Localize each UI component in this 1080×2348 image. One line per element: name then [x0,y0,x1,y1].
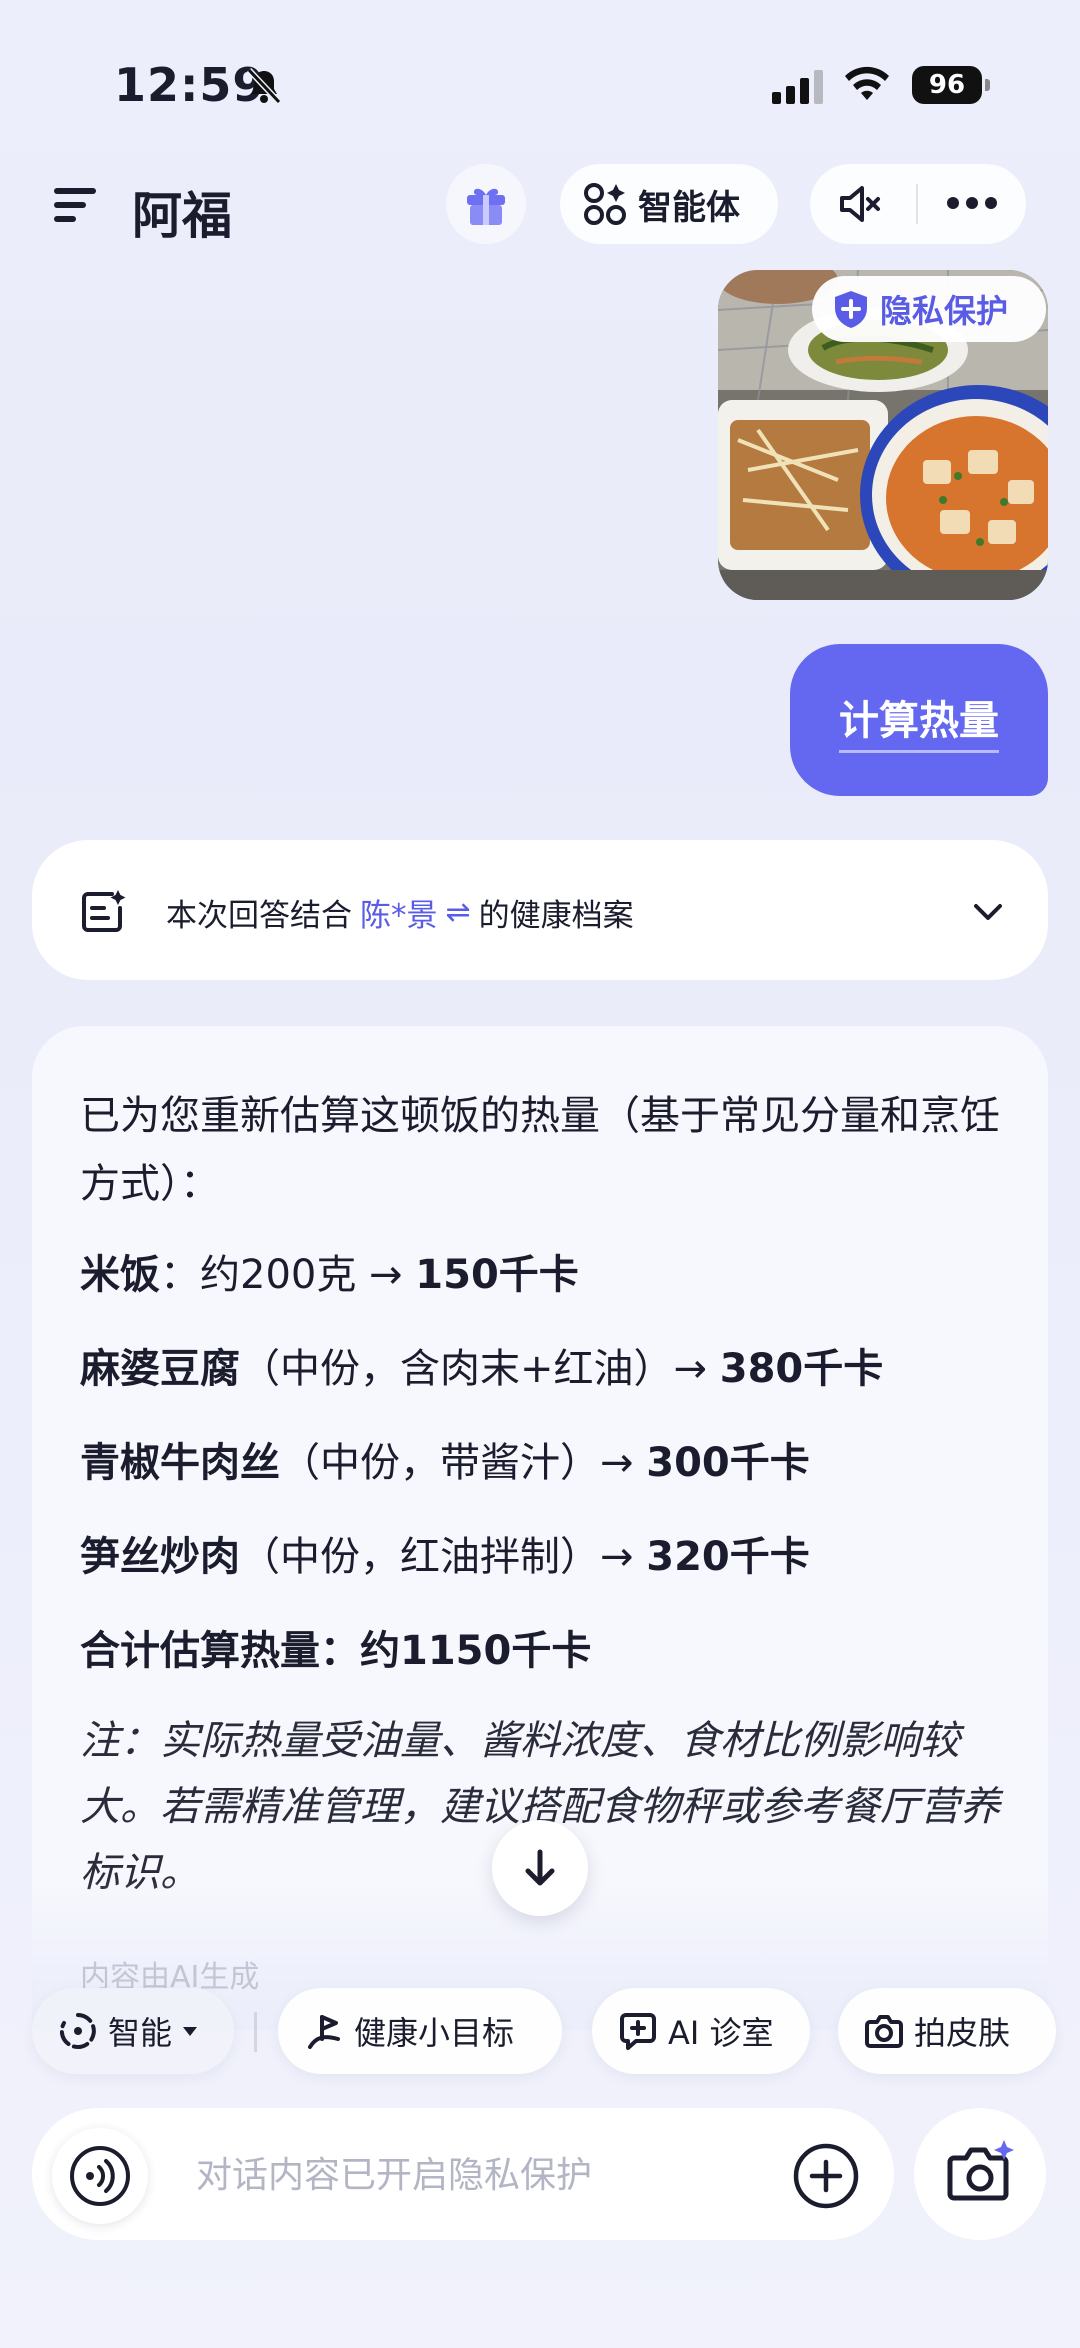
ai-camera-icon [947,2140,1014,2201]
gift-icon [467,188,505,225]
wifi-icon [845,66,889,100]
app-title: 阿福 [132,187,232,245]
message-input[interactable] [196,2150,756,2200]
chat-plus-icon [620,2013,656,2050]
caret-down-icon [183,2027,198,2036]
answer-total: 合计估算热量：约1150千卡 [80,1628,592,1674]
user-message-text: 计算热量 [839,688,999,753]
camera-button[interactable] [914,2108,1046,2240]
scroll-down-button[interactable] [492,1820,588,1916]
privacy-label: 隐私保护 [880,292,1009,330]
health-profile-name[interactable]: 陈*景 [360,890,438,935]
user-message-bubble[interactable]: 计算热量 [790,644,1048,796]
chevron-down-icon[interactable] [970,898,1006,926]
answer-item: 青椒牛肉丝（中份，带酱汁）→ 300千卡 [80,1440,810,1486]
answer-content: 已为您重新估算这顿饭的热量（基于常见分量和烹饪方式）： 米饭：约200克 → 1… [80,1082,1020,1934]
agent-icon [584,183,626,225]
answer-item: 笋丝炒肉（中份，红油拌制）→ 320千卡 [80,1534,810,1580]
agent-label: 智能体 [638,187,740,228]
health-profile-icon [82,890,126,932]
ai-clinic-chip[interactable]: AI 诊室 [592,1988,810,2074]
battery-indicator: 96 [912,66,990,104]
arrow-down-icon [525,1849,555,1886]
skin-photo-label: 拍皮肤 [914,2014,1011,2052]
speaker-muted-icon[interactable] [838,184,882,224]
mode-selector[interactable]: 智能 [32,1988,234,2074]
chips-divider [254,2012,257,2052]
swap-icon[interactable]: ⇌ [446,895,471,930]
mode-label: 智能 [108,2014,173,2052]
health-goal-chip[interactable]: 健康小目标 [278,1988,562,2074]
cellular-signal-icon [772,70,823,104]
answer-item: 麻婆豆腐（中份，含肉末+红油）→ 380千卡 [80,1346,884,1392]
answer-intro: 已为您重新估算这顿饭的热量（基于常见分量和烹饪方式）： [80,1093,1000,1207]
voice-wave-icon [70,2146,130,2206]
answer-item: 米饭：约200克 → 150千卡 [80,1252,579,1298]
menu-icon[interactable] [52,182,98,228]
ai-clinic-label: AI 诊室 [668,2014,774,2052]
skin-photo-chip[interactable]: 拍皮肤 [838,1988,1056,2074]
add-attachment-icon[interactable] [792,2142,860,2210]
bell-muted-icon [246,67,282,105]
agent-button[interactable]: 智能体 [560,164,778,244]
status-time: 12:59 [114,58,266,112]
voice-input-button[interactable] [52,2128,148,2224]
gift-button[interactable] [446,164,526,244]
shield-icon [835,291,867,328]
privacy-badge[interactable]: 隐私保护 [812,276,1046,342]
health-suffix: 的健康档案 [478,898,634,934]
health-profile-text: 本次回答结合 陈*景 ⇌ 的健康档案 [166,890,634,935]
more-icon[interactable] [946,196,998,210]
health-goal-label: 健康小目标 [354,2014,515,2052]
smart-mode-icon [59,2013,96,2049]
flag-icon [308,2015,340,2049]
controls-divider [916,184,918,224]
camera-icon [865,2015,903,2048]
health-prefix: 本次回答结合 [166,898,352,934]
